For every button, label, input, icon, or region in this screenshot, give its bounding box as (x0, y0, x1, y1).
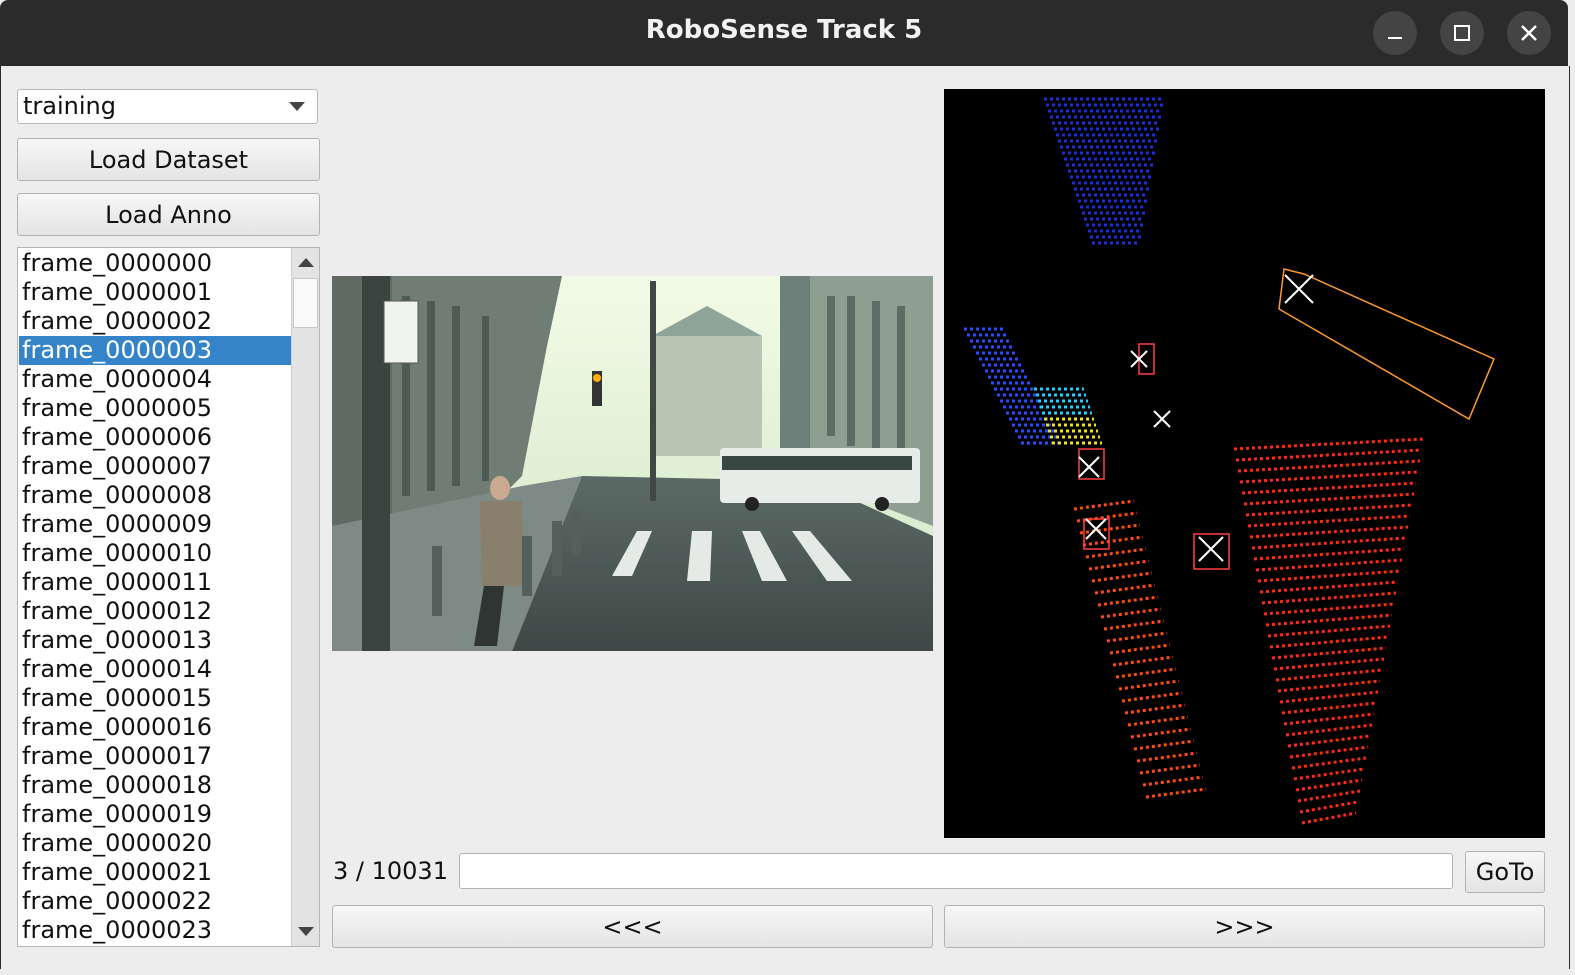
list-item[interactable]: frame_0000018 (19, 771, 291, 800)
lidar-bev-view (944, 89, 1545, 838)
list-item[interactable]: frame_0000011 (19, 568, 291, 597)
chevron-down-icon (289, 102, 305, 111)
scroll-up-icon[interactable] (298, 258, 314, 267)
window-titlebar[interactable]: RoboSense Track 5 (0, 0, 1568, 66)
list-item[interactable]: frame_0000015 (19, 684, 291, 713)
list-item[interactable]: frame_0000019 (19, 800, 291, 829)
split-select-value: training (23, 92, 116, 120)
list-item[interactable]: frame_0000006 (19, 423, 291, 452)
list-item[interactable]: frame_0000014 (19, 655, 291, 684)
camera-image (332, 276, 933, 651)
list-item[interactable]: frame_0000009 (19, 510, 291, 539)
frame-list[interactable]: frame_0000000 frame_0000001 frame_0000002 f… (17, 247, 320, 947)
main-panel: training Load Dataset Load Anno frame_00… (0, 66, 1570, 969)
list-item[interactable]: frame_0000008 (19, 481, 291, 510)
close-button[interactable] (1507, 11, 1551, 55)
next-frame-button[interactable]: >>> (944, 905, 1545, 948)
window-title: RoboSense Track 5 (645, 15, 923, 45)
goto-frame-input[interactable] (459, 853, 1453, 889)
minimize-icon (1388, 37, 1402, 39)
list-item[interactable]: frame_0000017 (19, 742, 291, 771)
list-item[interactable]: frame_0000010 (19, 539, 291, 568)
close-icon (1521, 25, 1537, 41)
scroll-down-icon[interactable] (298, 927, 314, 936)
list-item[interactable]: frame_0000001 (19, 278, 291, 307)
frame-counter: 3 / 10031 (333, 857, 448, 885)
list-item[interactable]: frame_0000002 (19, 307, 291, 336)
load-dataset-button[interactable]: Load Dataset (17, 138, 320, 181)
prev-frame-button[interactable]: <<< (332, 905, 933, 948)
split-select[interactable]: training (17, 89, 318, 124)
list-item[interactable]: frame_0000013 (19, 626, 291, 655)
load-anno-button[interactable]: Load Anno (17, 193, 320, 236)
scrollbar-thumb[interactable] (293, 278, 318, 328)
list-item[interactable]: frame_0000020 (19, 829, 291, 858)
list-item[interactable]: frame_0000012 (19, 597, 291, 626)
list-item[interactable]: frame_0000003 (19, 336, 291, 365)
list-item[interactable]: frame_0000005 (19, 394, 291, 423)
maximize-icon (1454, 25, 1470, 41)
list-item[interactable]: frame_0000023 (19, 916, 291, 945)
list-item[interactable]: frame_0000007 (19, 452, 291, 481)
minimize-button[interactable] (1373, 11, 1417, 55)
list-item[interactable]: frame_0000000 (19, 249, 291, 278)
maximize-button[interactable] (1440, 11, 1484, 55)
list-item[interactable]: frame_0000016 (19, 713, 291, 742)
frame-list-scrollbar[interactable] (291, 248, 319, 946)
list-item[interactable]: frame_0000021 (19, 858, 291, 887)
list-item[interactable]: frame_0000004 (19, 365, 291, 394)
list-item[interactable]: frame_0000022 (19, 887, 291, 916)
goto-button[interactable]: GoTo (1465, 851, 1545, 893)
